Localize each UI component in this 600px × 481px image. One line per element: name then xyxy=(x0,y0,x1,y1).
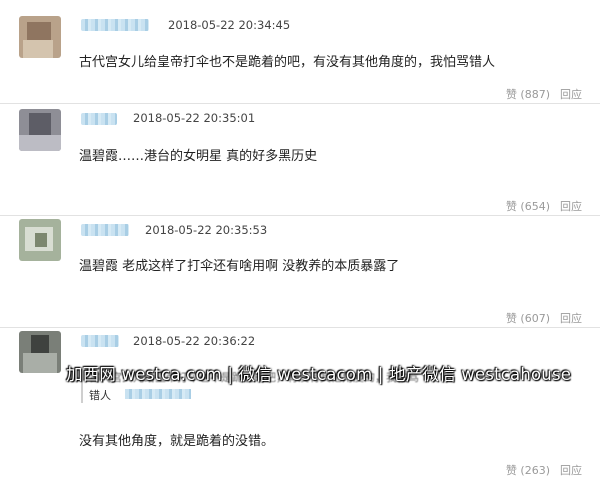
like-count: (654) xyxy=(520,200,550,213)
comment-actions: 赞 (263) 回应 xyxy=(506,462,582,478)
comment-text: 没有其他角度，就是跪着的没错。 xyxy=(79,434,275,449)
comment-timestamp: 2018-05-22 20:35:01 xyxy=(133,111,256,125)
reply-button[interactable]: 回应 xyxy=(560,312,582,325)
username[interactable] xyxy=(81,224,129,236)
reply-button[interactable]: 回应 xyxy=(560,88,582,101)
like-label: 赞 xyxy=(505,88,517,101)
comment-text: 温碧霞 老成这样了打伞还有啥用啊 没教养的本质暴露了 xyxy=(79,259,400,274)
avatar[interactable] xyxy=(19,219,61,261)
comment-timestamp: 2018-05-22 20:35:53 xyxy=(145,223,268,237)
like-count: (263) xyxy=(520,464,550,477)
quoted-username[interactable] xyxy=(125,389,191,399)
comment-item: 2018-05-22 20:35:53 温碧霞 老成这样了打伞还有啥用啊 没教养… xyxy=(0,215,600,328)
like-label: 赞 xyxy=(505,464,517,477)
comment-text: 温碧霞……港台的女明星 真的好多黑历史 xyxy=(79,149,318,164)
comment-timestamp: 2018-05-22 20:34:45 xyxy=(168,18,291,32)
comment-actions: 赞 (607) 回应 xyxy=(506,310,582,326)
comment-actions: 赞 (887) 回应 xyxy=(506,86,582,102)
comment-actions: 赞 (654) 回应 xyxy=(506,198,582,214)
like-button[interactable]: 赞 (263) xyxy=(506,464,550,477)
avatar[interactable] xyxy=(19,109,61,151)
like-button[interactable]: 赞 (607) xyxy=(506,312,550,325)
username[interactable] xyxy=(81,113,117,125)
watermark: 加西网 westca.com | 微信 westcacom | 地产微信 wes… xyxy=(66,365,572,384)
reply-button[interactable]: 回应 xyxy=(560,200,582,213)
comment-item: 2018-05-22 20:35:01 温碧霞……港台的女明星 真的好多黑历史 … xyxy=(0,103,600,216)
comment-item: 2018-05-22 20:36:22 古代宫女儿给皇帝打伞也不是跪着的吧，有没… xyxy=(0,327,600,481)
username[interactable] xyxy=(81,335,119,347)
reply-button[interactable]: 回应 xyxy=(560,464,582,477)
like-count: (607) xyxy=(520,312,550,325)
comment-text: 古代宫女儿给皇帝打伞也不是跪着的吧，有没有其他角度的，我怕骂错人 xyxy=(79,55,496,70)
avatar[interactable] xyxy=(19,16,61,58)
like-label: 赞 xyxy=(505,200,517,213)
like-label: 赞 xyxy=(505,312,517,325)
username[interactable] xyxy=(81,19,149,31)
quoted-user-label: 错人 xyxy=(89,389,111,402)
like-button[interactable]: 赞 (654) xyxy=(506,200,550,213)
like-count: (887) xyxy=(520,88,550,101)
like-button[interactable]: 赞 (887) xyxy=(506,88,550,101)
avatar[interactable] xyxy=(19,331,61,373)
comment-item: 2018-05-22 20:34:45 古代宫女儿给皇帝打伞也不是跪着的吧，有没… xyxy=(0,0,600,104)
comment-timestamp: 2018-05-22 20:36:22 xyxy=(133,334,256,348)
